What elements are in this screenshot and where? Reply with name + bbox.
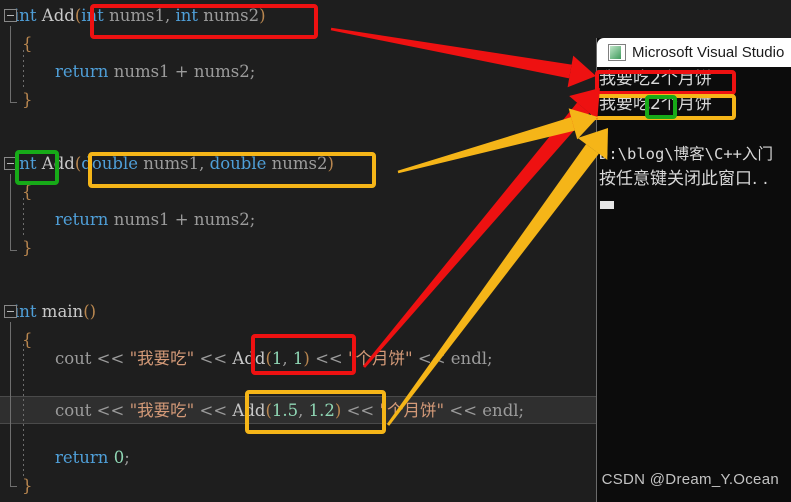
annotation-arrows <box>330 27 608 426</box>
arrow-shaft <box>330 27 572 79</box>
arrow-int-params-to-output <box>330 27 596 88</box>
arrow-double-call-to-output <box>386 128 608 426</box>
watermark: CSDN @Dream_Y.Ocean <box>601 471 779 488</box>
arrow-head <box>567 55 596 88</box>
arrow-shaft <box>362 102 590 368</box>
arrow-shaft <box>386 144 599 426</box>
screenshot-root: int Add(int nums1, int nums2){return num… <box>0 0 791 502</box>
